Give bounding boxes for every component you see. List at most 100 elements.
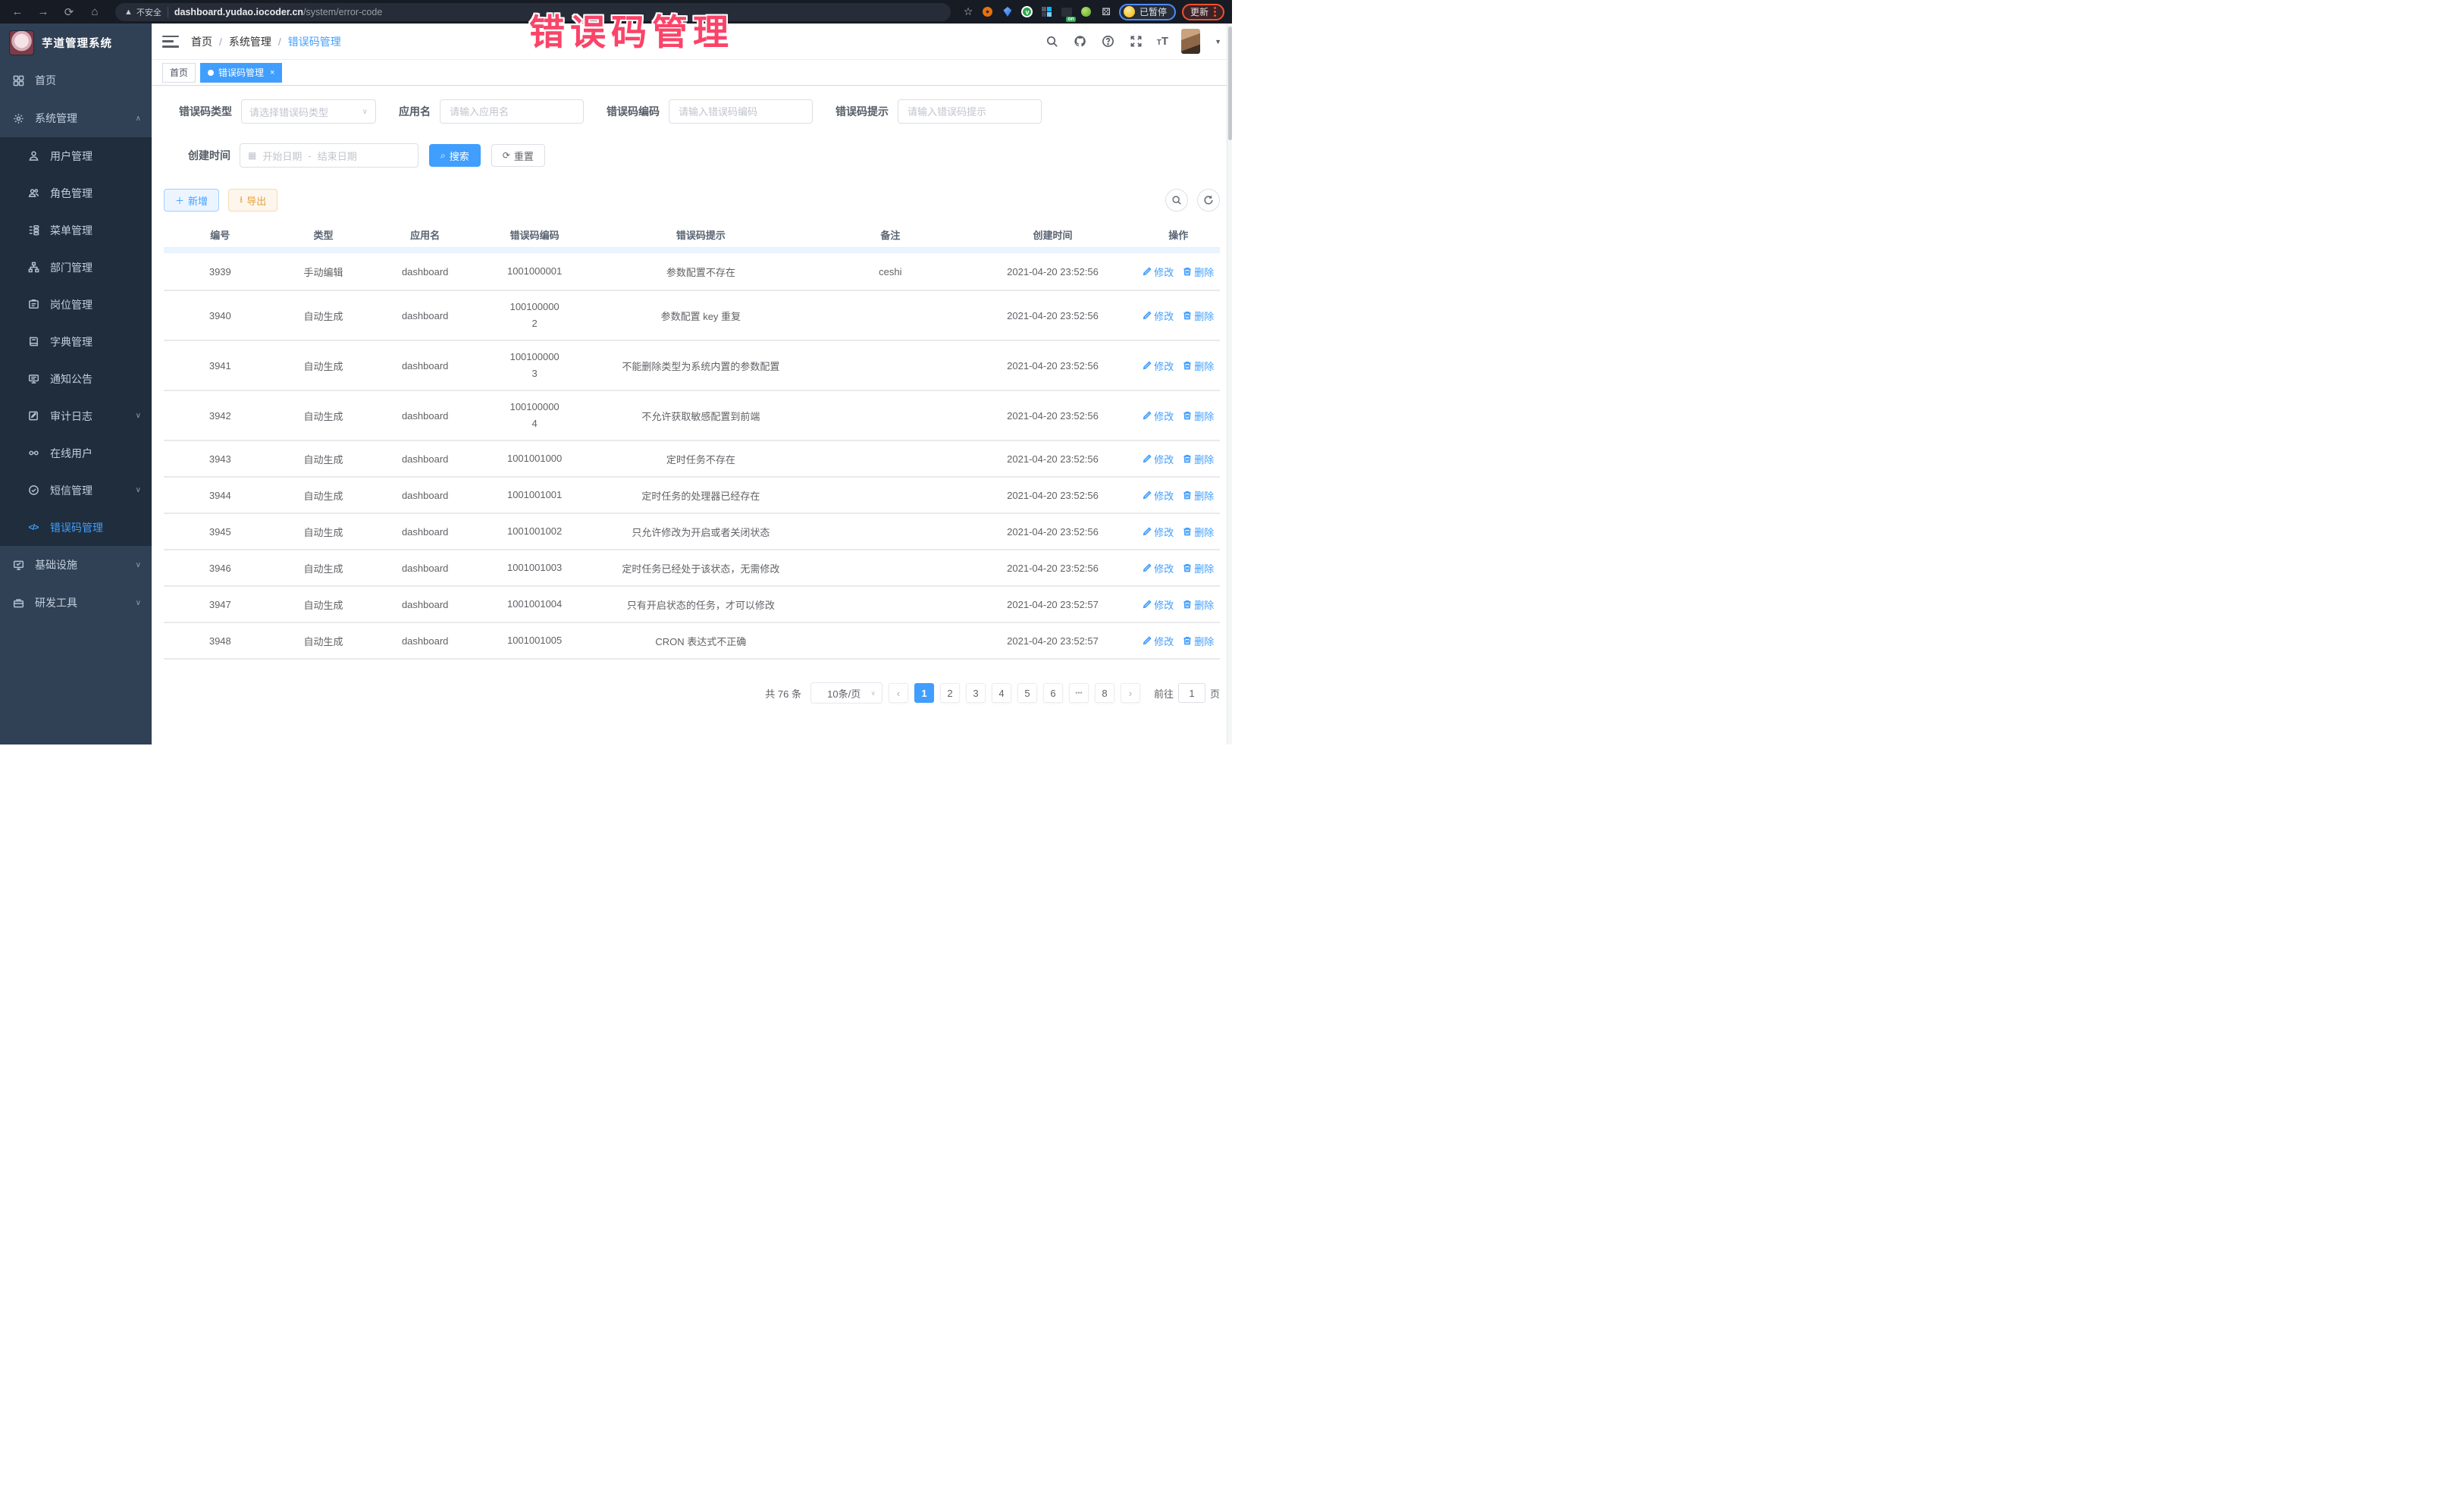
- breadcrumb-system[interactable]: 系统管理: [229, 34, 271, 49]
- more-pages-button[interactable]: •••: [1069, 683, 1089, 703]
- breadcrumb-home[interactable]: 首页: [191, 34, 212, 49]
- sidebar-item-system[interactable]: 系统管理 ∧: [0, 99, 152, 137]
- edit-link[interactable]: 修改: [1143, 309, 1174, 323]
- bookmark-star-icon[interactable]: ☆: [961, 5, 975, 19]
- sidebar-item-users[interactable]: 用户管理: [0, 137, 152, 174]
- toggle-search-button[interactable]: [1165, 189, 1188, 212]
- error-msg-input[interactable]: [898, 99, 1042, 124]
- browser-menu-icon[interactable]: [1214, 7, 1216, 17]
- extension-gem-icon[interactable]: [1001, 5, 1014, 19]
- page-button-3[interactable]: 3: [966, 683, 986, 703]
- reset-button[interactable]: ⟳ 重置: [491, 144, 545, 167]
- page-button-5[interactable]: 5: [1017, 683, 1037, 703]
- edit-link[interactable]: 修改: [1143, 488, 1174, 503]
- help-icon[interactable]: [1101, 34, 1116, 49]
- extensions-puzzle-icon[interactable]: ⚄: [1099, 5, 1113, 19]
- scrollbar-thumb[interactable]: [1228, 27, 1232, 140]
- delete-link[interactable]: 删除: [1183, 265, 1214, 279]
- delete-link[interactable]: 删除: [1183, 309, 1214, 323]
- edit-link[interactable]: 修改: [1143, 561, 1174, 575]
- delete-link[interactable]: 删除: [1183, 359, 1214, 373]
- table-row[interactable]: 3947 自动生成 dashboard 1001001004 只有开启状态的任务…: [164, 587, 1220, 623]
- sidebar-item-dictionary[interactable]: 字典管理: [0, 323, 152, 360]
- home-icon[interactable]: ⌂: [85, 2, 105, 22]
- goto-page-input[interactable]: [1178, 683, 1205, 703]
- page-size-select[interactable]: 10条/页 ∨: [810, 682, 882, 704]
- sidebar-item-roles[interactable]: 角色管理: [0, 174, 152, 212]
- page-button-1[interactable]: 1: [914, 683, 934, 703]
- github-icon[interactable]: [1073, 34, 1088, 49]
- error-code-input[interactable]: [669, 99, 813, 124]
- table-row[interactable]: 3948 自动生成 dashboard 1001001005 CRON 表达式不…: [164, 623, 1220, 660]
- delete-link[interactable]: 删除: [1183, 561, 1214, 575]
- address-bar[interactable]: ▲ 不安全 dashboard.yudao.iocoder.cn/system/…: [115, 3, 951, 21]
- edit-link[interactable]: 修改: [1143, 409, 1174, 423]
- tag-home[interactable]: 首页: [162, 63, 196, 83]
- sidebar-item-menus[interactable]: 菜单管理: [0, 212, 152, 249]
- page-button-6[interactable]: 6: [1043, 683, 1063, 703]
- add-button[interactable]: ＋ 新增: [164, 189, 219, 212]
- not-secure-warning[interactable]: ▲ 不安全: [124, 6, 161, 18]
- table-row[interactable]: 3940 自动生成 dashboard 100100000 2 参数配置 key…: [164, 291, 1220, 341]
- avatar-caret-icon[interactable]: ▼: [1215, 38, 1221, 45]
- edit-link[interactable]: 修改: [1143, 452, 1174, 466]
- date-range-picker[interactable]: ▦ 开始日期 - 结束日期: [240, 143, 419, 168]
- delete-link[interactable]: 删除: [1183, 634, 1214, 648]
- window-scrollbar[interactable]: [1227, 24, 1232, 744]
- table-row[interactable]: 3939 手动编辑 dashboard 1001000001 参数配置不存在 c…: [164, 253, 1220, 291]
- delete-link[interactable]: 删除: [1183, 452, 1214, 466]
- sidebar-item-sms[interactable]: 短信管理 ∨: [0, 472, 152, 509]
- sidebar-item-error-code[interactable]: </> 错误码管理: [0, 509, 152, 546]
- extension-on-icon[interactable]: on: [1060, 5, 1074, 19]
- edit-link[interactable]: 修改: [1143, 525, 1174, 539]
- edit-link[interactable]: 修改: [1143, 359, 1174, 373]
- back-icon[interactable]: ←: [8, 2, 27, 22]
- edit-link[interactable]: 修改: [1143, 634, 1174, 648]
- extension-cubes-icon[interactable]: [1040, 5, 1054, 19]
- sidebar-logo[interactable]: 芋道管理系统: [0, 24, 152, 61]
- sidebar-toggle-icon[interactable]: [162, 36, 179, 48]
- page-button-8[interactable]: 8: [1095, 683, 1114, 703]
- error-type-select[interactable]: 请选择错误码类型 ∨: [241, 99, 376, 124]
- search-button[interactable]: ⌕ 搜索: [429, 144, 481, 167]
- user-avatar[interactable]: [1181, 29, 1200, 54]
- export-button[interactable]: ⭳ 导出: [228, 189, 277, 212]
- browser-update-button[interactable]: 更新: [1182, 4, 1224, 20]
- table-row[interactable]: 3941 自动生成 dashboard 100100000 3 不能删除类型为系…: [164, 341, 1220, 391]
- extension-key-icon[interactable]: [1080, 5, 1093, 19]
- app-name-input[interactable]: [440, 99, 584, 124]
- sidebar-item-infrastructure[interactable]: 基础设施 ∨: [0, 546, 152, 584]
- sidebar-item-home[interactable]: 首页: [0, 61, 152, 99]
- sidebar-item-online-users[interactable]: 在线用户: [0, 434, 152, 472]
- table-row[interactable]: 3943 自动生成 dashboard 1001001000 定时任务不存在 2…: [164, 441, 1220, 478]
- forward-icon[interactable]: →: [33, 2, 53, 22]
- table-row[interactable]: 3942 自动生成 dashboard 100100000 4 不允许获取敏感配…: [164, 391, 1220, 441]
- sidebar-item-audit-log[interactable]: 审计日志 ∨: [0, 397, 152, 434]
- sidebar-item-dev-tools[interactable]: 研发工具 ∨: [0, 584, 152, 622]
- page-button-4[interactable]: 4: [992, 683, 1011, 703]
- profile-paused-badge[interactable]: 已暂停: [1119, 4, 1176, 20]
- extension-orange-icon[interactable]: [981, 5, 995, 19]
- fullscreen-icon[interactable]: [1129, 34, 1144, 49]
- font-size-icon[interactable]: TT: [1157, 36, 1168, 47]
- delete-link[interactable]: 删除: [1183, 597, 1214, 612]
- edit-link[interactable]: 修改: [1143, 265, 1174, 279]
- prev-page-button[interactable]: ‹: [889, 683, 908, 703]
- sidebar-item-posts[interactable]: 岗位管理: [0, 286, 152, 323]
- extension-green-icon[interactable]: v: [1020, 5, 1034, 19]
- search-icon[interactable]: [1045, 34, 1060, 49]
- tag-error-code[interactable]: 错误码管理 ×: [200, 63, 282, 83]
- delete-link[interactable]: 删除: [1183, 409, 1214, 423]
- delete-link[interactable]: 删除: [1183, 488, 1214, 503]
- sidebar-item-notices[interactable]: 通知公告: [0, 360, 152, 397]
- edit-link[interactable]: 修改: [1143, 597, 1174, 612]
- delete-link[interactable]: 删除: [1183, 525, 1214, 539]
- sidebar-item-departments[interactable]: 部门管理: [0, 249, 152, 286]
- next-page-button[interactable]: ›: [1121, 683, 1140, 703]
- refresh-table-button[interactable]: [1197, 189, 1220, 212]
- table-row[interactable]: 3946 自动生成 dashboard 1001001003 定时任务已经处于该…: [164, 550, 1220, 587]
- page-button-2[interactable]: 2: [940, 683, 960, 703]
- tag-close-icon[interactable]: ×: [270, 68, 274, 77]
- table-row[interactable]: 3945 自动生成 dashboard 1001001002 只允许修改为开启或…: [164, 514, 1220, 550]
- table-row[interactable]: 3944 自动生成 dashboard 1001001001 定时任务的处理器已…: [164, 478, 1220, 514]
